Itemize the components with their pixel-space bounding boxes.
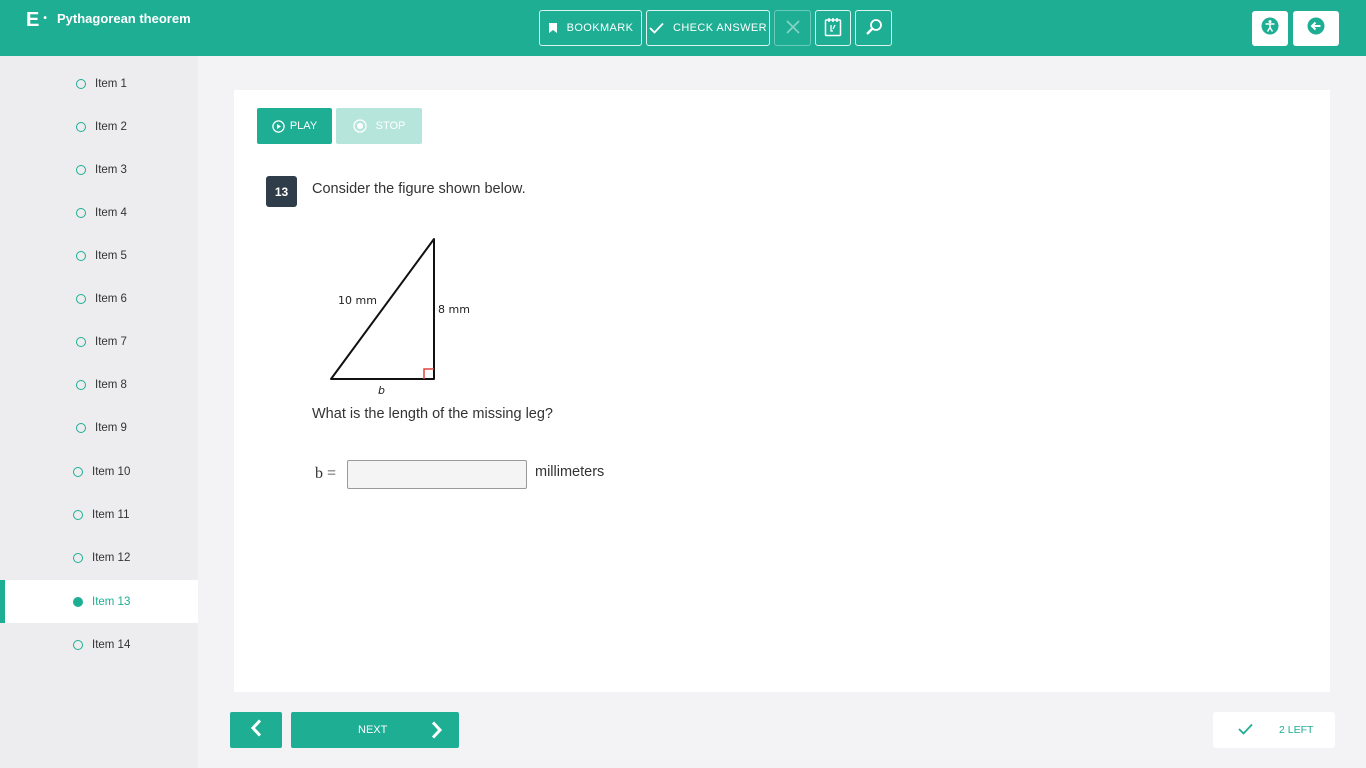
status-circle-icon [73, 552, 83, 563]
top-bar: E • Pythagorean theorem BOOKMARK CHECK AN… [0, 0, 1366, 56]
sidebar-item-10[interactable]: Item 10 [0, 450, 198, 493]
sidebar-item-1[interactable]: Item 1 [0, 62, 198, 105]
remaining-items-button[interactable]: 2 LEFT [1213, 712, 1335, 748]
right-angle-marker [423, 368, 434, 379]
status-circle-icon [73, 466, 83, 477]
question-card: PLAY STOP 13 Consider the figure shown b… [234, 90, 1330, 692]
stop-button[interactable]: STOP [336, 108, 422, 144]
bookmark-icon [548, 22, 558, 34]
answer-input[interactable] [347, 460, 527, 489]
sidebar-item-14[interactable]: Item 14 [0, 623, 198, 666]
answer-unit-label: millimeters [535, 464, 605, 480]
sidebar-item-label: Item 12 [92, 551, 131, 564]
exit-button[interactable] [1293, 11, 1339, 46]
status-circle-icon [76, 336, 86, 347]
remaining-count-label: 2 LEFT [1279, 724, 1314, 736]
sidebar-item-label: Item 2 [95, 120, 127, 133]
sidebar-item-label: Item 7 [95, 335, 127, 348]
magnifier-icon [865, 18, 883, 39]
sidebar-item-label: Item 14 [92, 638, 131, 651]
item-navigation-sidebar: Item 1 Item 2 Item 3 Item 4 Item 5 Item … [0, 56, 198, 768]
notepad-icon [824, 17, 842, 40]
close-icon [785, 19, 801, 38]
triangle-shape [330, 238, 435, 380]
check-icon [1238, 723, 1253, 738]
bookmark-label: BOOKMARK [566, 22, 634, 34]
sidebar-item-5[interactable]: Item 5 [0, 234, 198, 277]
play-circle-icon [272, 119, 285, 133]
question-sub-prompt: What is the length of the missing leg? [312, 406, 553, 422]
sidebar-item-3[interactable]: Item 3 [0, 148, 198, 191]
assessment-title: Pythagorean theorem [57, 11, 191, 26]
sidebar-item-label: Item 9 [95, 421, 127, 434]
stop-circle-icon [352, 119, 367, 133]
leg-label: 8 mm [438, 303, 470, 316]
sidebar-item-2[interactable]: Item 2 [0, 105, 198, 148]
app-logo: E • [26, 9, 47, 32]
logo-dot: • [43, 13, 47, 24]
status-filled-circle-icon [73, 596, 83, 607]
sidebar-item-label: Item 3 [95, 163, 127, 176]
sidebar-item-9[interactable]: Item 9 [0, 406, 198, 449]
status-circle-icon [76, 121, 86, 132]
zoom-button[interactable] [855, 10, 892, 46]
sidebar-item-label: Item 11 [92, 508, 130, 521]
sidebar-item-label: Item 13 [92, 595, 131, 608]
stop-label: STOP [375, 120, 406, 132]
next-label: NEXT [358, 724, 388, 736]
clear-answer-button[interactable] [774, 10, 811, 46]
sidebar-item-label: Item 8 [95, 378, 127, 391]
sidebar-item-label: Item 5 [95, 249, 127, 262]
question-prompt: Consider the figure shown below. [312, 181, 526, 197]
next-button[interactable]: NEXT [291, 712, 459, 748]
sidebar-item-label: Item 10 [92, 465, 131, 478]
chevron-left-icon [250, 718, 262, 742]
sidebar-item-4[interactable]: Item 4 [0, 191, 198, 234]
question-number-badge: 13 [266, 176, 297, 207]
logo-letter: E [26, 9, 40, 31]
status-circle-icon [76, 293, 86, 304]
accessibility-icon [1261, 17, 1279, 40]
sidebar-item-label: Item 1 [95, 77, 127, 90]
answer-variable-label: b = [315, 465, 337, 482]
status-circle-icon [76, 250, 86, 261]
exit-arrow-icon [1307, 17, 1325, 40]
sidebar-item-7[interactable]: Item 7 [0, 320, 198, 363]
base-label: b [378, 384, 385, 397]
chevron-right-icon [431, 721, 443, 742]
check-answer-button[interactable]: CHECK ANSWER [646, 10, 770, 46]
status-circle-icon [76, 164, 86, 175]
play-label: PLAY [289, 120, 318, 132]
status-circle-icon [76, 422, 86, 433]
check-icon [649, 22, 664, 34]
accessibility-button[interactable] [1252, 11, 1288, 46]
sidebar-item-label: Item 6 [95, 292, 127, 305]
sidebar-item-12[interactable]: Item 12 [0, 536, 198, 579]
sidebar-item-6[interactable]: Item 6 [0, 277, 198, 320]
bookmark-button[interactable]: BOOKMARK [539, 10, 642, 46]
play-button[interactable]: PLAY [257, 108, 332, 144]
status-circle-icon [73, 509, 83, 520]
status-circle-icon [73, 639, 83, 650]
previous-button[interactable] [230, 712, 282, 748]
sidebar-item-11[interactable]: Item 11 [0, 493, 198, 536]
right-triangle-figure: 10 mm 8 mm b [330, 238, 470, 397]
notepad-button[interactable] [815, 10, 851, 46]
hypotenuse-label: 10 mm [338, 294, 377, 307]
sidebar-item-8[interactable]: Item 8 [0, 363, 198, 406]
status-circle-icon [76, 207, 86, 218]
sidebar-item-13[interactable]: Item 13 [0, 580, 198, 623]
status-circle-icon [76, 78, 86, 89]
status-circle-icon [76, 379, 86, 390]
sidebar-item-label: Item 4 [95, 206, 127, 219]
check-answer-label: CHECK ANSWER [672, 22, 768, 34]
